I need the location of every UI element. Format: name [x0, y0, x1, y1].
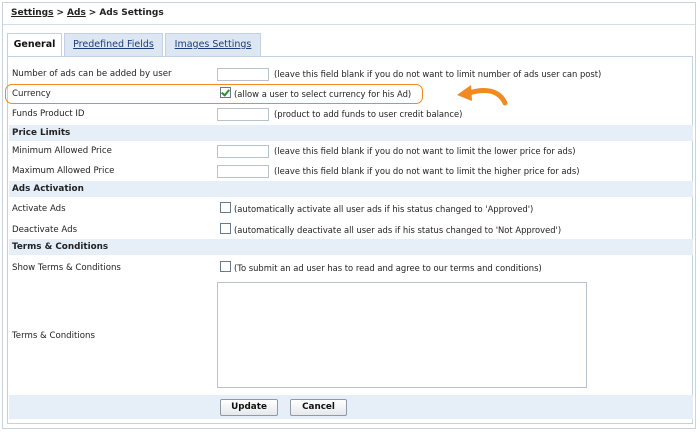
deactivate-ads-checkbox[interactable] [220, 223, 231, 234]
max-ads-label: Number of ads can be added by user [12, 69, 172, 79]
breadcrumb-separator: > [88, 8, 97, 18]
max-price-input[interactable] [217, 165, 269, 178]
section-price-limits: Price Limits [9, 125, 693, 141]
max-price-label: Maximum Allowed Price [12, 166, 115, 176]
deactivate-ads-label: Deactivate Ads [12, 225, 78, 235]
min-price-hint: (leave this field blank if you do not wa… [274, 146, 576, 156]
max-ads-row: Number of ads can be added by user (leav… [9, 64, 693, 84]
deactivate-ads-hint: (automatically deactivate all user ads i… [234, 225, 562, 235]
activate-ads-hint: (automatically activate all user ads if … [234, 204, 534, 214]
funds-product-input[interactable] [217, 108, 269, 121]
breadcrumb-link-ads[interactable]: Ads [67, 8, 86, 18]
max-ads-hint: (leave this field blank if you do not wa… [274, 69, 602, 79]
divider [3, 24, 695, 25]
min-price-input[interactable] [217, 145, 269, 158]
section-title: Terms & Conditions [12, 242, 109, 252]
show-terms-hint: (To submit an ad user has to read and ag… [234, 263, 542, 273]
tab-predefined-fields[interactable]: Predefined Fields [64, 33, 163, 56]
breadcrumb-separator: > [56, 8, 65, 18]
terms-text-label: Terms & Conditions [12, 331, 95, 341]
page-title: Ads Settings [99, 8, 164, 18]
max-price-row: Maximum Allowed Price (leave this field … [9, 161, 693, 181]
section-title: Price Limits [12, 128, 71, 138]
min-price-label: Minimum Allowed Price [12, 146, 112, 156]
deactivate-ads-row: Deactivate Ads (automatically deactivate… [9, 220, 693, 240]
breadcrumb-link-settings[interactable]: Settings [11, 8, 53, 18]
form-footer: Update Cancel [9, 395, 693, 419]
currency-highlight-outline [5, 84, 423, 104]
activate-ads-label: Activate Ads [12, 204, 66, 214]
min-price-row: Minimum Allowed Price (leave this field … [9, 141, 693, 161]
cancel-button[interactable]: Cancel [290, 399, 347, 416]
show-terms-label: Show Terms & Conditions [12, 263, 121, 273]
activate-ads-checkbox[interactable] [220, 202, 231, 213]
show-terms-row: Show Terms & Conditions (To submit an ad… [9, 258, 693, 278]
update-button[interactable]: Update [220, 399, 278, 416]
max-ads-input[interactable] [217, 68, 269, 81]
curved-arrow-icon [457, 85, 508, 106]
section-ads-activation: Ads Activation [9, 181, 693, 197]
tab-images-settings[interactable]: Images Settings [165, 33, 261, 56]
terms-textarea[interactable] [217, 282, 587, 388]
funds-product-hint: (product to add funds to user credit bal… [274, 109, 463, 119]
section-title: Ads Activation [12, 184, 84, 194]
show-terms-checkbox[interactable] [220, 261, 231, 272]
section-terms: Terms & Conditions [9, 239, 693, 255]
activate-ads-row: Activate Ads (automatically activate all… [9, 199, 693, 219]
funds-product-row: Funds Product ID (product to add funds t… [9, 104, 693, 124]
funds-product-label: Funds Product ID [12, 109, 85, 119]
breadcrumb: Settings > Ads > Ads Settings [11, 8, 164, 18]
tab-general[interactable]: General [7, 33, 62, 57]
max-price-hint: (leave this field blank if you do not wa… [274, 166, 580, 176]
